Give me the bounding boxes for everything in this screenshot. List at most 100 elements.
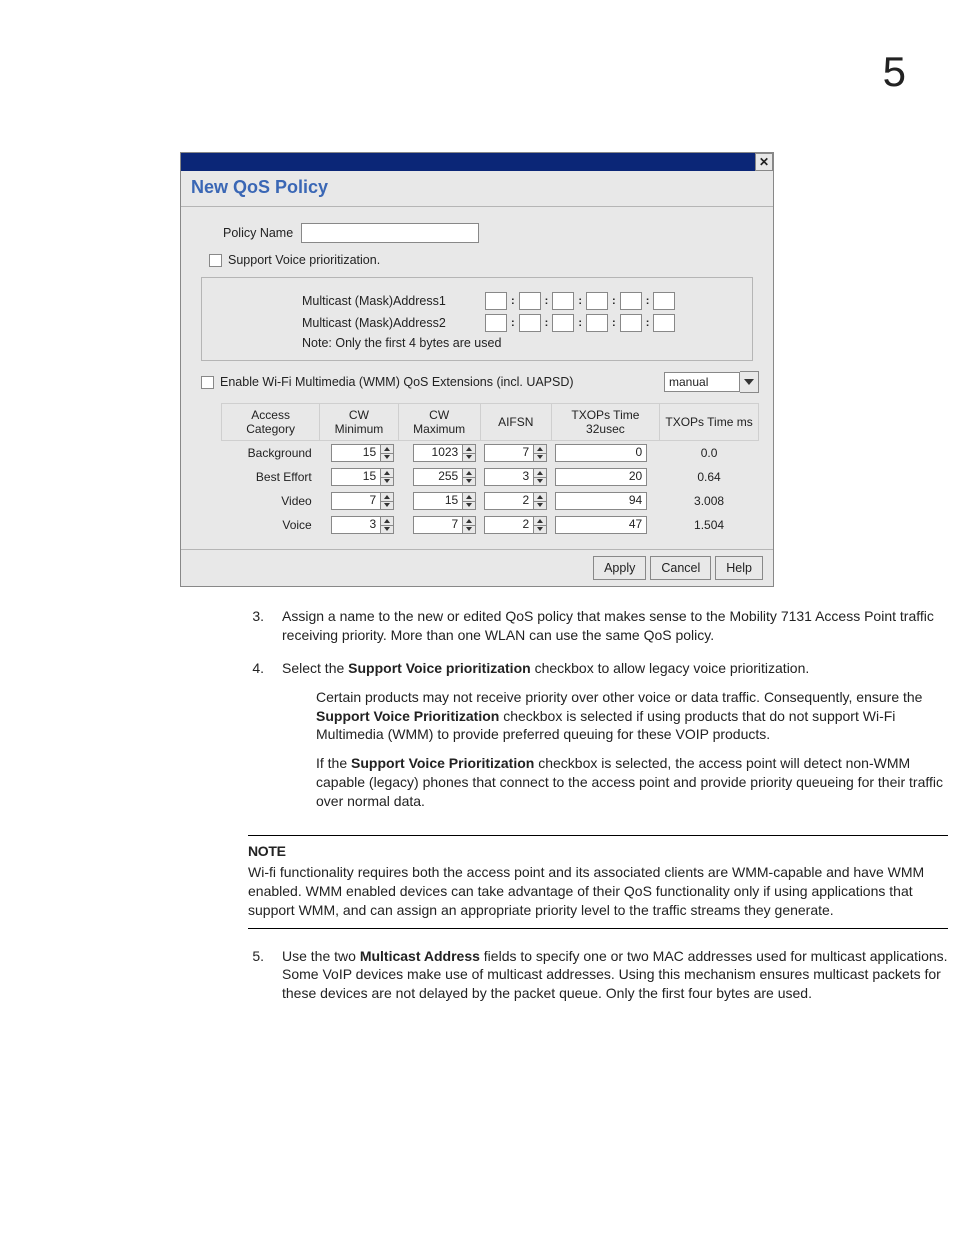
spinner-down-icon[interactable] [381,501,394,511]
spinner-input[interactable]: 15 [331,444,381,462]
step-text: Select the Support Voice prioritization … [282,659,948,821]
multicast2-byte[interactable] [519,314,541,332]
txops32-input[interactable]: 47 [555,516,647,534]
spinner-down-icon[interactable] [381,525,394,535]
multicast1-byte[interactable] [552,292,574,310]
table-row: Video7152943.008 [222,489,759,513]
spinner-up-icon[interactable] [463,444,476,453]
spinner-input[interactable]: 7 [413,516,463,534]
policy-name-input[interactable] [301,223,479,243]
spinner-up-icon[interactable] [534,444,547,453]
step-text: Use the two Multicast Address fields to … [282,947,948,1004]
spinner-up-icon[interactable] [381,444,394,453]
multicast1-byte[interactable] [653,292,675,310]
row-label: Best Effort [222,465,320,489]
spinner: 15 [324,468,394,486]
apply-button[interactable]: Apply [593,556,646,580]
spinner-down-icon[interactable] [463,525,476,535]
spinner-down-icon[interactable] [463,501,476,511]
multicast2-byte[interactable] [653,314,675,332]
colon-icon: : [578,295,582,307]
txopsms-value: 3.008 [660,489,759,513]
spinner-input[interactable]: 1023 [413,444,463,462]
multicast2-byte[interactable] [620,314,642,332]
text-bold: Support Voice Prioritization [316,708,499,724]
colon-icon: : [612,295,616,307]
multicast1-byte[interactable] [620,292,642,310]
step-3: 3. Assign a name to the new or edited Qo… [248,607,948,645]
th-cwmax: CW Maximum [398,404,480,441]
support-voice-checkbox[interactable] [209,254,222,267]
spinner-down-icon[interactable] [463,477,476,487]
spinner: 15 [402,492,476,510]
txops32-input[interactable]: 20 [555,468,647,486]
spinner-input[interactable]: 255 [413,468,463,486]
spinner-down-icon[interactable] [534,477,547,487]
spinner-down-icon[interactable] [381,477,394,487]
dialog-heading: New QoS Policy [181,171,773,207]
colon-icon: : [646,317,650,329]
spinner-down-icon[interactable] [534,501,547,511]
multicast1-fields: : : : : : [485,292,675,310]
spinner-up-icon[interactable] [534,492,547,501]
policy-name-label: Policy Name [223,226,293,240]
table-row: Background151023700.0 [222,441,759,466]
spinner-input[interactable]: 7 [331,492,381,510]
multicast1-byte[interactable] [485,292,507,310]
close-icon[interactable]: ✕ [755,153,773,171]
step-4: 4. Select the Support Voice prioritizati… [248,659,948,821]
chapter-number: 5 [883,48,906,96]
spinner-up-icon[interactable] [381,516,394,525]
txops32-input[interactable]: 0 [555,444,647,462]
spinner-down-icon[interactable] [381,453,394,463]
spinner: 7 [324,492,394,510]
wmm-checkbox[interactable] [201,376,214,389]
spinner-up-icon[interactable] [381,468,394,477]
spinner-input[interactable]: 3 [331,516,381,534]
chevron-down-icon[interactable] [740,371,759,393]
spinner-up-icon[interactable] [463,516,476,525]
multicast-group: Multicast (Mask)Address1 : : : : : Multi… [201,277,753,361]
cancel-button[interactable]: Cancel [650,556,711,580]
spinner-input[interactable]: 15 [413,492,463,510]
spinner-down-icon[interactable] [534,525,547,535]
spinner: 7 [484,444,547,462]
spinner-up-icon[interactable] [534,516,547,525]
spinner-input[interactable]: 7 [484,444,534,462]
multicast2-byte[interactable] [485,314,507,332]
wmm-mode-select[interactable]: manual [664,372,740,392]
multicast1-byte[interactable] [586,292,608,310]
spinner: 2 [484,516,547,534]
help-button[interactable]: Help [715,556,763,580]
th-txops32: TXOPs Time 32usec [551,404,659,441]
step-number: 5. [248,947,264,1004]
text: Select the [282,660,348,676]
note-block: NOTE Wi-fi functionality requires both t… [248,835,948,929]
text: Certain products may not receive priorit… [316,689,922,705]
spinner: 2 [484,492,547,510]
multicast1-byte[interactable] [519,292,541,310]
colon-icon: : [545,317,549,329]
spinner-up-icon[interactable] [381,492,394,501]
spinner-input[interactable]: 15 [331,468,381,486]
spinner-down-icon[interactable] [463,453,476,463]
paragraph: If the Support Voice Prioritization chec… [316,754,948,811]
spinner-input[interactable]: 2 [484,516,534,534]
multicast2-byte[interactable] [586,314,608,332]
spinner-up-icon[interactable] [463,468,476,477]
spinner-down-icon[interactable] [534,453,547,463]
multicast2-byte[interactable] [552,314,574,332]
text-bold: Multicast Address [360,948,480,964]
wmm-table: Access Category CW Minimum CW Maximum AI… [221,403,759,537]
spinner-up-icon[interactable] [534,468,547,477]
text: If the [316,755,351,771]
txops32-input[interactable]: 94 [555,492,647,510]
txopsms-value: 0.0 [660,441,759,466]
spinner: 1023 [402,444,476,462]
spinner-up-icon[interactable] [463,492,476,501]
txopsms-value: 1.504 [660,513,759,537]
spinner-input[interactable]: 2 [484,492,534,510]
th-aifsn: AIFSN [480,404,551,441]
spinner-input[interactable]: 3 [484,468,534,486]
qos-dialog: ✕ New QoS Policy Policy Name Support Voi… [180,152,774,587]
